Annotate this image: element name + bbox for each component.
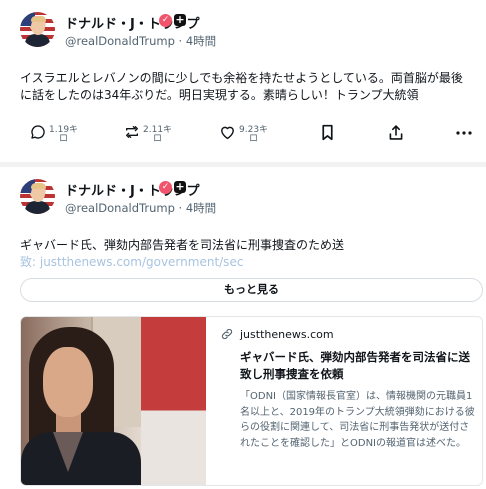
hair-graphic (31, 16, 46, 22)
link-icon (221, 328, 233, 340)
suit-graphic (25, 201, 50, 214)
action-bar: 1.19キ ロ 2.11キ ロ 9.23キ ロ (0, 118, 486, 148)
plus-badge-icon: + (174, 13, 186, 26)
card-image (21, 317, 206, 485)
plus-badge-icon: + (174, 180, 186, 193)
card-domain-row: justthenews.com (220, 327, 478, 341)
post[interactable]: ドナルド・J・トランプ ✓ + @realDonaldTrump · 4時間 ギ… (0, 167, 486, 489)
reply-button[interactable]: 1.19キ ロ (30, 124, 78, 144)
handle-text: @realDonaldTrump (65, 201, 175, 215)
card-description: 「ODNI（国家情報長官室）は、情報機関の元職員1名以上と、2019年のトランプ… (240, 391, 475, 449)
jacket-graphic (21, 432, 141, 485)
repost-count: 2.11キ ロ (143, 125, 173, 144)
more-options-button[interactable] (456, 131, 472, 135)
like-count: 9.23キ ロ (239, 125, 269, 144)
bookmark-button[interactable] (321, 124, 334, 141)
verified-badge-icon: ✓ (159, 181, 172, 194)
card-content: justthenews.com ギャバード氏、弾劾内部告発者を司法省に送致し刑事… (220, 327, 478, 451)
author-handle[interactable]: @realDonaldTrump · 4時間 (65, 200, 216, 216)
post-time: · 4時間 (178, 201, 217, 215)
show-more-button[interactable]: もっと見る (20, 278, 483, 302)
avatar[interactable] (20, 12, 55, 47)
card-title: ギャバード氏、弾劾内部告発者を司法省に送致し刑事捜査を依頼 (240, 350, 470, 381)
post[interactable]: ドナルド・J・トランプ ✓ + @realDonaldTrump · 4時間 イ… (0, 0, 486, 162)
flag-graphic (141, 317, 206, 485)
post-link[interactable]: 致: justthenews.com/government/sec (20, 254, 470, 271)
verified-badge-icon: ✓ (159, 14, 172, 27)
reply-count: 1.19キ ロ (49, 125, 79, 144)
face-graphic (43, 347, 93, 417)
repost-button[interactable]: 2.11キ ロ (124, 124, 172, 144)
hair-graphic (31, 183, 46, 189)
suit-graphic (25, 34, 50, 47)
bookmark-icon (322, 124, 333, 141)
more-icon (456, 131, 472, 135)
post-text-line: ギャバード氏、弾劾内部告発者を司法省に刑事捜査のため送 (20, 238, 345, 252)
post-text: イスラエルとレバノンの間に少しでも余裕を持たせようとしている。両首脳が最後に話を… (20, 71, 463, 102)
avatar[interactable] (20, 179, 55, 214)
post-text: ギャバード氏、弾劾内部告発者を司法省に刑事捜査のため送 致: justthene… (20, 237, 470, 271)
link-card[interactable]: justthenews.com ギャバード氏、弾劾内部告発者を司法省に送致し刑事… (20, 316, 483, 486)
share-icon (389, 125, 403, 140)
reply-icon (31, 125, 45, 139)
repost-icon (126, 126, 138, 138)
handle-text: @realDonaldTrump (65, 34, 175, 48)
card-domain: justthenews.com (240, 327, 334, 341)
like-button[interactable]: 9.23キ ロ (219, 124, 268, 144)
share-button[interactable] (388, 124, 404, 141)
author-handle[interactable]: @realDonaldTrump · 4時間 (65, 33, 216, 49)
post-time: · 4時間 (178, 34, 217, 48)
like-icon (221, 126, 234, 140)
